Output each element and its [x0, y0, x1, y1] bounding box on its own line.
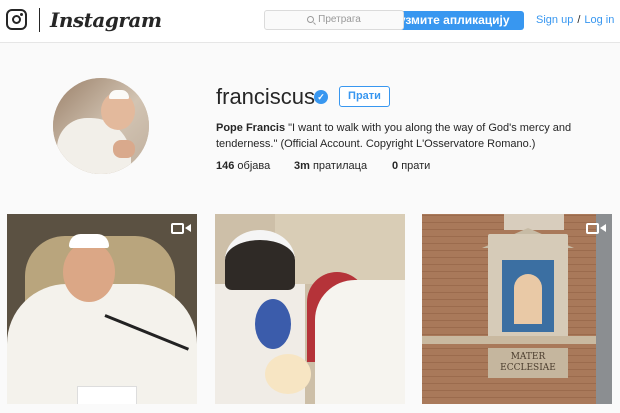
login-link[interactable]: Log in [584, 14, 614, 26]
profile-avatar[interactable] [53, 78, 149, 174]
search-input[interactable]: Претрага [264, 10, 404, 30]
auth-links: Sign up / Log in [536, 14, 614, 26]
instagram-wordmark[interactable]: Instagram [50, 8, 162, 32]
get-app-button[interactable]: реузмите апликацију [384, 11, 524, 30]
post-thumbnail[interactable] [7, 214, 197, 404]
post3-window [504, 214, 564, 230]
following-label: прати [401, 160, 431, 172]
post2-headdress [225, 230, 295, 290]
post2-shield [255, 299, 291, 349]
follow-button[interactable]: Прати [339, 86, 390, 107]
header-divider [39, 8, 40, 32]
instagram-camera-icon[interactable] [6, 9, 27, 30]
avatar-hands [113, 140, 135, 158]
posts-stat: 146 објава [216, 160, 270, 172]
signup-link[interactable]: Sign up [536, 14, 573, 26]
following-count: 0 [392, 160, 399, 172]
profile-full-name: Pope Francis [216, 122, 286, 134]
post1-head [63, 242, 115, 302]
post3-ledge [422, 336, 612, 344]
verified-badge-icon: ✓ [314, 90, 328, 104]
profile-bio: Pope Francis "I want to walk with you al… [216, 120, 586, 152]
post2-pope [315, 280, 405, 404]
followers-count: 3m [294, 160, 310, 172]
followers-stat[interactable]: 3m пратилаца [294, 160, 367, 172]
search-placeholder: Претрага [318, 14, 361, 25]
followers-label: пратилаца [312, 160, 368, 172]
posts-count: 146 [216, 160, 235, 172]
auth-separator: / [577, 14, 581, 26]
search-icon [307, 16, 315, 23]
post1-paper [77, 386, 137, 404]
post3-madonna [514, 274, 542, 324]
post-thumbnail[interactable]: MATER ECCLESIAE [422, 214, 612, 404]
following-stat[interactable]: 0 прати [392, 160, 430, 172]
profile-username: franciscus [216, 84, 316, 109]
posts-label: објава [237, 160, 271, 172]
video-camera-icon [586, 222, 606, 235]
avatar-zucchetto [109, 90, 129, 99]
post3-pipe [596, 214, 612, 404]
top-navigation-bar: Instagram реузмите апликацију Претрага S… [0, 0, 620, 43]
post3-plaque: MATER ECCLESIAE [488, 348, 568, 378]
post-thumbnail[interactable] [215, 214, 405, 404]
post2-drum [265, 354, 311, 394]
video-camera-icon [171, 222, 191, 235]
post1-zucchetto [69, 234, 109, 248]
